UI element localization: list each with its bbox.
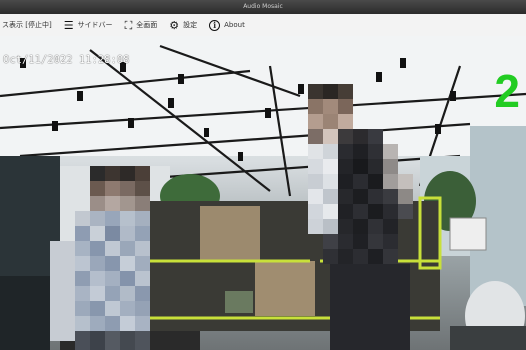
settings-button[interactable]: ⚙ 設定 — [163, 20, 203, 31]
fullscreen-label: 全画面 — [136, 21, 158, 29]
window-title: Audio Mosaic — [243, 3, 283, 10]
mosaic-person-right — [308, 84, 413, 350]
fullscreen-icon: ⛶ — [124, 18, 133, 32]
status-label: ス表示 [停止中] — [2, 21, 52, 29]
sidebar-button[interactable]: ☰ サイドバー — [58, 20, 119, 31]
settings-label: 設定 — [183, 21, 198, 29]
fullscreen-button[interactable]: ⛶ 全画面 — [119, 20, 164, 31]
about-button[interactable]: i About — [203, 19, 251, 31]
info-icon: i — [209, 19, 221, 31]
status-toggle-button[interactable]: ス表示 [停止中] — [0, 20, 58, 30]
toolbar: ス表示 [停止中] ☰ サイドバー ⛶ 全画面 ⚙ 設定 i About — [0, 14, 526, 37]
window-titlebar: Audio Mosaic — [0, 0, 526, 14]
video-timestamp: Oct/11/2022 11:28:08 — [3, 54, 130, 66]
camera-video-feed: Oct/11/2022 11:28:08 2 — [0, 36, 526, 350]
sidebar-label: サイドバー — [77, 21, 113, 29]
sidebar-icon: ☰ — [63, 18, 74, 32]
camera-number-label: 2 — [494, 65, 520, 117]
gear-icon: ⚙ — [169, 18, 180, 32]
about-label: About — [224, 21, 245, 29]
